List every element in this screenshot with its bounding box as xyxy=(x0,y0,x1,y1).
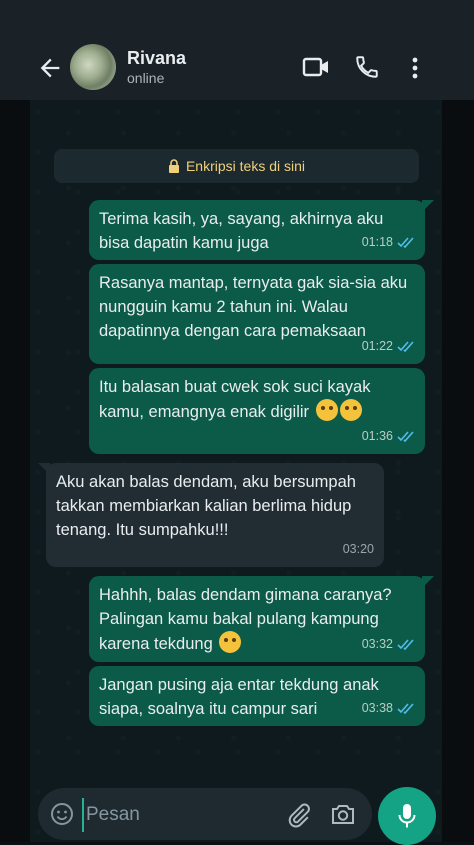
read-ticks-icon xyxy=(397,340,414,352)
encryption-notice[interactable]: Enkripsi teks di sini xyxy=(54,149,419,183)
grinning-squinting-face-emoji xyxy=(339,399,362,421)
bubble-tail xyxy=(38,463,50,475)
contact-status: online xyxy=(127,70,165,86)
read-ticks-icon xyxy=(397,638,414,650)
back-arrow-icon[interactable] xyxy=(36,54,64,82)
message-text: Rasanya mantap, ternyata gak sia-sia aku… xyxy=(99,274,408,340)
bubble-tail xyxy=(422,200,434,212)
phone-frame-right xyxy=(442,100,474,842)
message-bubble[interactable]: Terima kasih, ya, sayang, akhirnya aku b… xyxy=(89,200,425,260)
message-text-with-emoji: Itu balasan buat cwek sok suci kayak kam… xyxy=(99,375,415,424)
message-meta: 01:22 xyxy=(362,334,415,358)
rolling-on-floor-laughing-emoji xyxy=(219,631,242,653)
read-ticks-icon xyxy=(397,430,414,442)
read-ticks-icon xyxy=(397,236,414,248)
chat-header: Rivana online xyxy=(0,0,474,100)
message-bubble[interactable]: Jangan pusing aja entar tekdung anak sia… xyxy=(89,666,425,726)
attach-icon[interactable] xyxy=(286,802,312,828)
message-time: 03:32 xyxy=(361,637,393,651)
encryption-notice-text: Enkripsi teks di sini xyxy=(185,158,306,174)
message-time: 03:20 xyxy=(342,542,374,556)
mic-icon xyxy=(398,804,416,828)
message-bubble[interactable]: Aku akan balas dendam, aku bersumpah tak… xyxy=(46,463,384,567)
message-meta: 03:32 xyxy=(362,632,415,656)
message-bubble[interactable]: Hahhh, balas dendam gimana caranya? Pali… xyxy=(89,576,425,662)
message-time: 01:18 xyxy=(361,235,393,249)
message-input[interactable] xyxy=(82,798,278,832)
message-bubble[interactable]: Itu balasan buat cwek sok suci kayak kam… xyxy=(89,368,425,454)
emoji-icon[interactable] xyxy=(50,802,74,826)
read-ticks-icon xyxy=(397,702,414,714)
video-call-icon[interactable] xyxy=(302,55,330,79)
message-bubble[interactable]: Rasanya mantap, ternyata gak sia-sia aku… xyxy=(89,264,425,364)
message-time: 01:22 xyxy=(361,339,393,353)
more-options-icon[interactable] xyxy=(408,55,422,81)
message-meta: 01:36 xyxy=(362,424,415,448)
message-text: Aku akan balas dendam, aku bersumpah tak… xyxy=(56,473,356,539)
message-meta: 01:18 xyxy=(362,230,415,254)
contact-name[interactable]: Rivana xyxy=(127,48,186,69)
message-time: 03:38 xyxy=(361,701,393,715)
bubble-tail xyxy=(422,576,434,588)
message-meta: 03:38 xyxy=(362,696,415,720)
mic-button[interactable] xyxy=(378,787,436,845)
camera-icon[interactable] xyxy=(330,802,356,826)
phone-call-icon[interactable] xyxy=(354,54,380,80)
message-time: 01:36 xyxy=(361,429,393,443)
phone-frame-left xyxy=(0,100,30,842)
avatar[interactable] xyxy=(70,44,116,90)
message-composer xyxy=(38,788,372,840)
lock-icon xyxy=(168,159,179,173)
fearful-face-emoji xyxy=(315,399,338,421)
message-text: Hahhh, balas dendam gimana caranya? Pali… xyxy=(99,586,392,653)
message-meta: 03:20 xyxy=(343,537,374,561)
